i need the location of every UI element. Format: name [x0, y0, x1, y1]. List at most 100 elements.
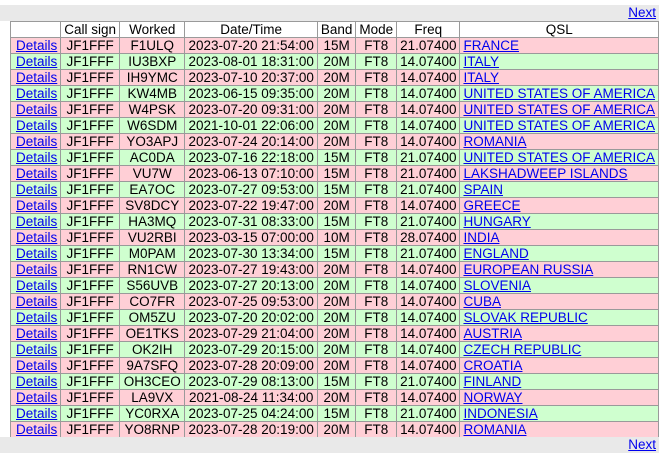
details-link[interactable]: Details: [16, 262, 57, 277]
call-sign-cell: JF1FFF: [61, 310, 120, 325]
table-row: Details JF1FFF YO8RNP 2023-07-28 20:19:00 20…: [11, 422, 658, 437]
table-row: Details JF1FFF EA7OC 2023-07-27 09:53:00 15M…: [11, 182, 658, 197]
details-link[interactable]: Details: [16, 54, 57, 69]
qsl-country-link[interactable]: ENGLAND: [463, 246, 528, 261]
datetime-cell: 2023-07-20 09:31:00: [185, 102, 317, 117]
column-header-call-sign: Call sign: [61, 22, 120, 37]
qsl-country-cell: CUBA: [460, 294, 658, 309]
freq-cell: 14.07400: [397, 198, 460, 213]
details-link[interactable]: Details: [16, 390, 57, 405]
datetime-cell: 2023-07-28 20:09:00: [185, 358, 317, 373]
qsl-country-link[interactable]: SLOVENIA: [463, 278, 531, 293]
freq-cell: 28.07400: [397, 230, 460, 245]
datetime-cell: 2023-07-10 20:37:00: [185, 70, 317, 85]
qsl-country-cell: UNITED STATES OF AMERICA: [460, 86, 658, 101]
qsl-country-link[interactable]: HUNGARY: [463, 214, 530, 229]
qsl-country-link[interactable]: FINLAND: [463, 374, 521, 389]
qsl-country-link[interactable]: CUBA: [463, 294, 501, 309]
details-link[interactable]: Details: [16, 278, 57, 293]
details-link[interactable]: Details: [16, 310, 57, 325]
qsl-country-link[interactable]: GREECE: [463, 198, 520, 213]
datetime-cell: 2023-07-20 20:02:00: [185, 310, 317, 325]
qsl-country-link[interactable]: ITALY: [463, 70, 499, 85]
details-cell: Details: [11, 118, 61, 133]
call-sign-cell: JF1FFF: [61, 406, 120, 421]
details-link[interactable]: Details: [16, 422, 57, 437]
band-cell: 15M: [317, 166, 356, 181]
worked-cell: AC0DA: [120, 150, 185, 165]
band-cell: 20M: [317, 326, 356, 341]
details-link[interactable]: Details: [16, 134, 57, 149]
datetime-cell: 2023-07-16 22:18:00: [185, 150, 317, 165]
band-cell: 20M: [317, 278, 356, 293]
qsl-country-link[interactable]: INDONESIA: [463, 406, 537, 421]
band-cell: 20M: [317, 342, 356, 357]
details-cell: Details: [11, 102, 61, 117]
qsl-country-link[interactable]: ROMANIA: [463, 422, 526, 437]
band-cell: 20M: [317, 294, 356, 309]
worked-cell: YO8RNP: [120, 422, 185, 437]
details-cell: Details: [11, 278, 61, 293]
details-link[interactable]: Details: [16, 214, 57, 229]
worked-cell: CO7FR: [120, 294, 185, 309]
qsl-country-link[interactable]: LAKSHADWEEP ISLANDS: [463, 166, 627, 181]
qsl-country-link[interactable]: AUSTRIA: [463, 326, 522, 341]
details-link[interactable]: Details: [16, 358, 57, 373]
table-header-row: Call sign Worked Date/Time Band Mode Fre…: [11, 22, 658, 37]
worked-cell: VU2RBI: [120, 230, 185, 245]
details-link[interactable]: Details: [16, 406, 57, 421]
call-sign-cell: JF1FFF: [61, 278, 120, 293]
details-link[interactable]: Details: [16, 294, 57, 309]
details-link[interactable]: Details: [16, 198, 57, 213]
table-row: Details JF1FFF RN1CW 2023-07-27 19:43:00 20M…: [11, 262, 658, 277]
qsl-country-link[interactable]: CROATIA: [463, 358, 522, 373]
mode-cell: FT8: [356, 166, 397, 181]
next-page-link-top[interactable]: Next: [628, 5, 656, 21]
qsl-country-link[interactable]: INDIA: [463, 230, 499, 245]
table-row: Details JF1FFF 9A7SFQ 2023-07-28 20:09:00 20…: [11, 358, 658, 373]
qsl-country-link[interactable]: CZECH REPUBLIC: [463, 342, 581, 357]
band-cell: 20M: [317, 422, 356, 437]
qsl-country-link[interactable]: ROMANIA: [463, 134, 526, 149]
qsl-country-link[interactable]: ITALY: [463, 54, 499, 69]
column-header-band: Band: [317, 22, 356, 37]
call-sign-cell: JF1FFF: [61, 374, 120, 389]
qsl-country-link[interactable]: UNITED STATES OF AMERICA: [463, 118, 655, 133]
details-link[interactable]: Details: [16, 38, 57, 53]
details-cell: Details: [11, 230, 61, 245]
details-link[interactable]: Details: [16, 150, 57, 165]
details-link[interactable]: Details: [16, 374, 57, 389]
details-cell: Details: [11, 214, 61, 229]
qsl-country-link[interactable]: SPAIN: [463, 182, 503, 197]
qsl-country-link[interactable]: SLOVAK REPUBLIC: [463, 310, 587, 325]
details-cell: Details: [11, 262, 61, 277]
worked-cell: S56UVB: [120, 278, 185, 293]
details-link[interactable]: Details: [16, 246, 57, 261]
qsl-country-link[interactable]: FRANCE: [463, 38, 519, 53]
table-row: Details JF1FFF S56UVB 2023-07-27 20:13:00 20…: [11, 278, 658, 293]
details-link[interactable]: Details: [16, 86, 57, 101]
next-page-link-bottom[interactable]: Next: [628, 437, 656, 453]
qsl-country-link[interactable]: UNITED STATES OF AMERICA: [463, 150, 655, 165]
qsl-country-link[interactable]: NORWAY: [463, 390, 522, 405]
band-cell: 20M: [317, 262, 356, 277]
details-link[interactable]: Details: [16, 118, 57, 133]
qsl-country-cell: UNITED STATES OF AMERICA: [460, 102, 658, 117]
qsl-country-link[interactable]: EUROPEAN RUSSIA: [463, 262, 593, 277]
details-link[interactable]: Details: [16, 182, 57, 197]
details-link[interactable]: Details: [16, 166, 57, 181]
details-cell: Details: [11, 390, 61, 405]
qsl-country-link[interactable]: UNITED STATES OF AMERICA: [463, 102, 655, 117]
worked-cell: W4PSK: [120, 102, 185, 117]
details-link[interactable]: Details: [16, 70, 57, 85]
details-cell: Details: [11, 406, 61, 421]
details-link[interactable]: Details: [16, 326, 57, 341]
band-cell: 20M: [317, 134, 356, 149]
details-link[interactable]: Details: [16, 102, 57, 117]
details-cell: Details: [11, 198, 61, 213]
qsl-country-link[interactable]: UNITED STATES OF AMERICA: [463, 86, 655, 101]
mode-cell: FT8: [356, 214, 397, 229]
band-cell: 20M: [317, 54, 356, 69]
details-link[interactable]: Details: [16, 230, 57, 245]
details-link[interactable]: Details: [16, 342, 57, 357]
